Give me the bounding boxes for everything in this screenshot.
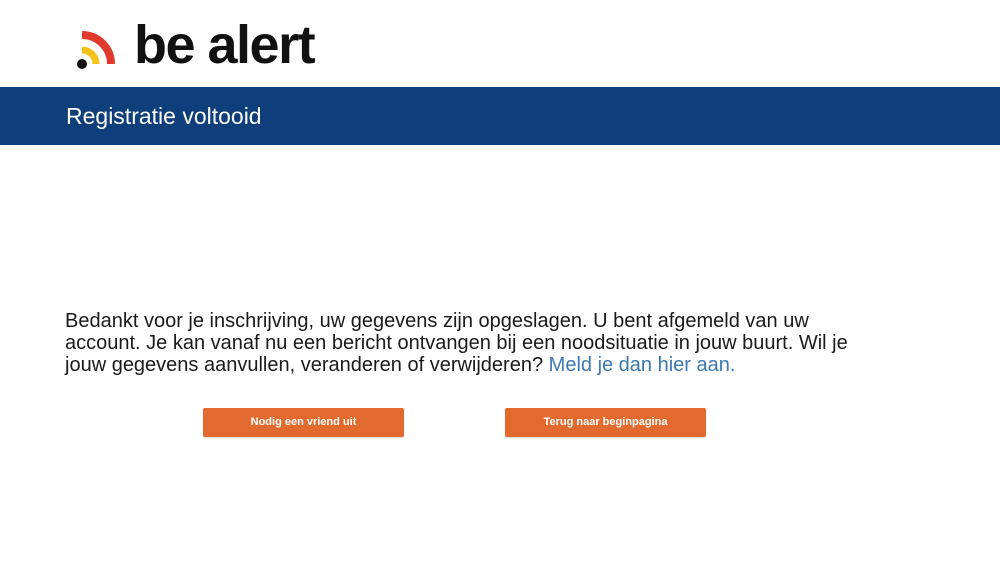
be-alert-logo[interactable]: be alert xyxy=(76,15,316,75)
back-to-home-button[interactable]: Terug naar beginpagina xyxy=(505,408,706,437)
title-bar: Registratie voltooid xyxy=(0,87,1000,145)
logo-text: be alert xyxy=(134,15,316,75)
page-title: Registratie voltooid xyxy=(66,103,262,129)
signal-logo-icon xyxy=(77,31,115,69)
page: be alert Registratie voltooid Bedankt vo… xyxy=(0,0,1000,562)
login-link[interactable]: Meld je dan hier aan. xyxy=(549,354,736,376)
confirmation-message: Bedankt voor je inschrijving, uw gegeven… xyxy=(65,310,865,376)
invite-friend-button[interactable]: Nodig een vriend uit xyxy=(203,408,404,437)
